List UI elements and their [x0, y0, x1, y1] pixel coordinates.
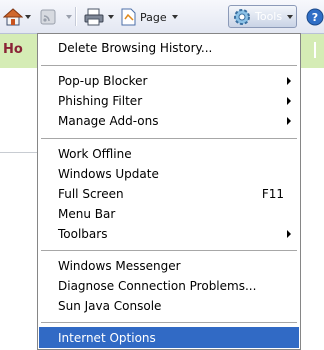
menu-item-label: Sun Java Console: [58, 299, 162, 313]
print-dropdown[interactable]: [108, 6, 114, 28]
submenu-arrow-icon: [287, 77, 291, 85]
tools-menu-label: Tools: [255, 10, 283, 23]
page-menu-button[interactable]: Page: [120, 6, 178, 28]
help-icon: ?: [306, 8, 324, 26]
menu-separator: [41, 65, 297, 66]
chevron-down-icon: [66, 15, 72, 19]
toolbar-divider: [75, 7, 77, 26]
menu-item-label: Diagnose Connection Problems...: [58, 279, 257, 293]
page-divider: [314, 42, 316, 58]
tools-menu-button[interactable]: Tools: [228, 5, 297, 28]
menu-separator: [41, 322, 297, 323]
menu-item-windows-messenger[interactable]: Windows Messenger: [39, 256, 299, 276]
menu-item-manage-add-ons[interactable]: Manage Add-ons: [39, 111, 299, 131]
page-icon: [121, 8, 136, 26]
menu-separator: [41, 250, 297, 251]
home-button[interactable]: [3, 6, 23, 28]
svg-text:?: ?: [312, 11, 318, 24]
submenu-arrow-icon: [287, 117, 291, 125]
chevron-down-icon: [25, 15, 31, 19]
help-button[interactable]: ?: [305, 6, 324, 28]
menu-item-label: Internet Options: [58, 330, 156, 345]
page-menu-label: Page: [140, 10, 167, 24]
menu-item-label: Work Offline: [58, 147, 132, 161]
submenu-arrow-icon: [287, 97, 291, 105]
feeds-icon: [40, 9, 56, 25]
feeds-button[interactable]: [38, 6, 58, 28]
menu-item-label: Toolbars: [58, 227, 108, 241]
menu-item-label: Pop-up Blocker: [58, 74, 148, 88]
home-icon: [3, 8, 23, 26]
tools-menu: Delete Browsing History... Pop-up Blocke…: [37, 33, 301, 350]
menu-item-label: Manage Add-ons: [58, 114, 159, 128]
feeds-dropdown[interactable]: [66, 6, 72, 28]
page-heading: Ho: [3, 42, 23, 57]
menu-item-menu-bar[interactable]: Menu Bar: [39, 204, 299, 224]
menu-item-popup-blocker[interactable]: Pop-up Blocker: [39, 71, 299, 91]
menu-item-windows-update[interactable]: Windows Update: [39, 164, 299, 184]
menu-item-shortcut: F11: [261, 187, 284, 201]
gear-icon: [234, 8, 250, 25]
command-bar: Page Tools ?: [0, 0, 324, 34]
menu-item-label: Delete Browsing History...: [58, 41, 213, 55]
menu-item-label: Windows Messenger: [58, 259, 181, 273]
menu-item-sun-java-console[interactable]: Sun Java Console: [39, 296, 299, 316]
menu-item-label: Windows Update: [58, 167, 159, 181]
submenu-arrow-icon: [287, 230, 291, 238]
menu-item-label: Phishing Filter: [58, 94, 143, 108]
menu-item-delete-browsing-history[interactable]: Delete Browsing History...: [39, 38, 299, 58]
chevron-down-icon: [171, 15, 178, 19]
menu-item-phishing-filter[interactable]: Phishing Filter: [39, 91, 299, 111]
printer-icon: [84, 8, 104, 26]
home-dropdown[interactable]: [25, 6, 31, 28]
chevron-down-icon: [287, 14, 294, 19]
menu-item-label: Menu Bar: [58, 207, 116, 221]
menu-item-toolbars[interactable]: Toolbars: [39, 224, 299, 244]
menu-item-label: Full Screen: [58, 187, 124, 201]
print-button[interactable]: [83, 6, 105, 28]
menu-item-work-offline[interactable]: Work Offline: [39, 144, 299, 164]
menu-item-full-screen[interactable]: Full Screen F11: [39, 184, 299, 204]
chevron-down-icon: [108, 15, 114, 19]
menu-item-internet-options[interactable]: Internet Options: [39, 327, 299, 348]
menu-item-diagnose-connection-problems[interactable]: Diagnose Connection Problems...: [39, 276, 299, 296]
menu-separator: [41, 138, 297, 139]
page-rule: [0, 152, 37, 153]
